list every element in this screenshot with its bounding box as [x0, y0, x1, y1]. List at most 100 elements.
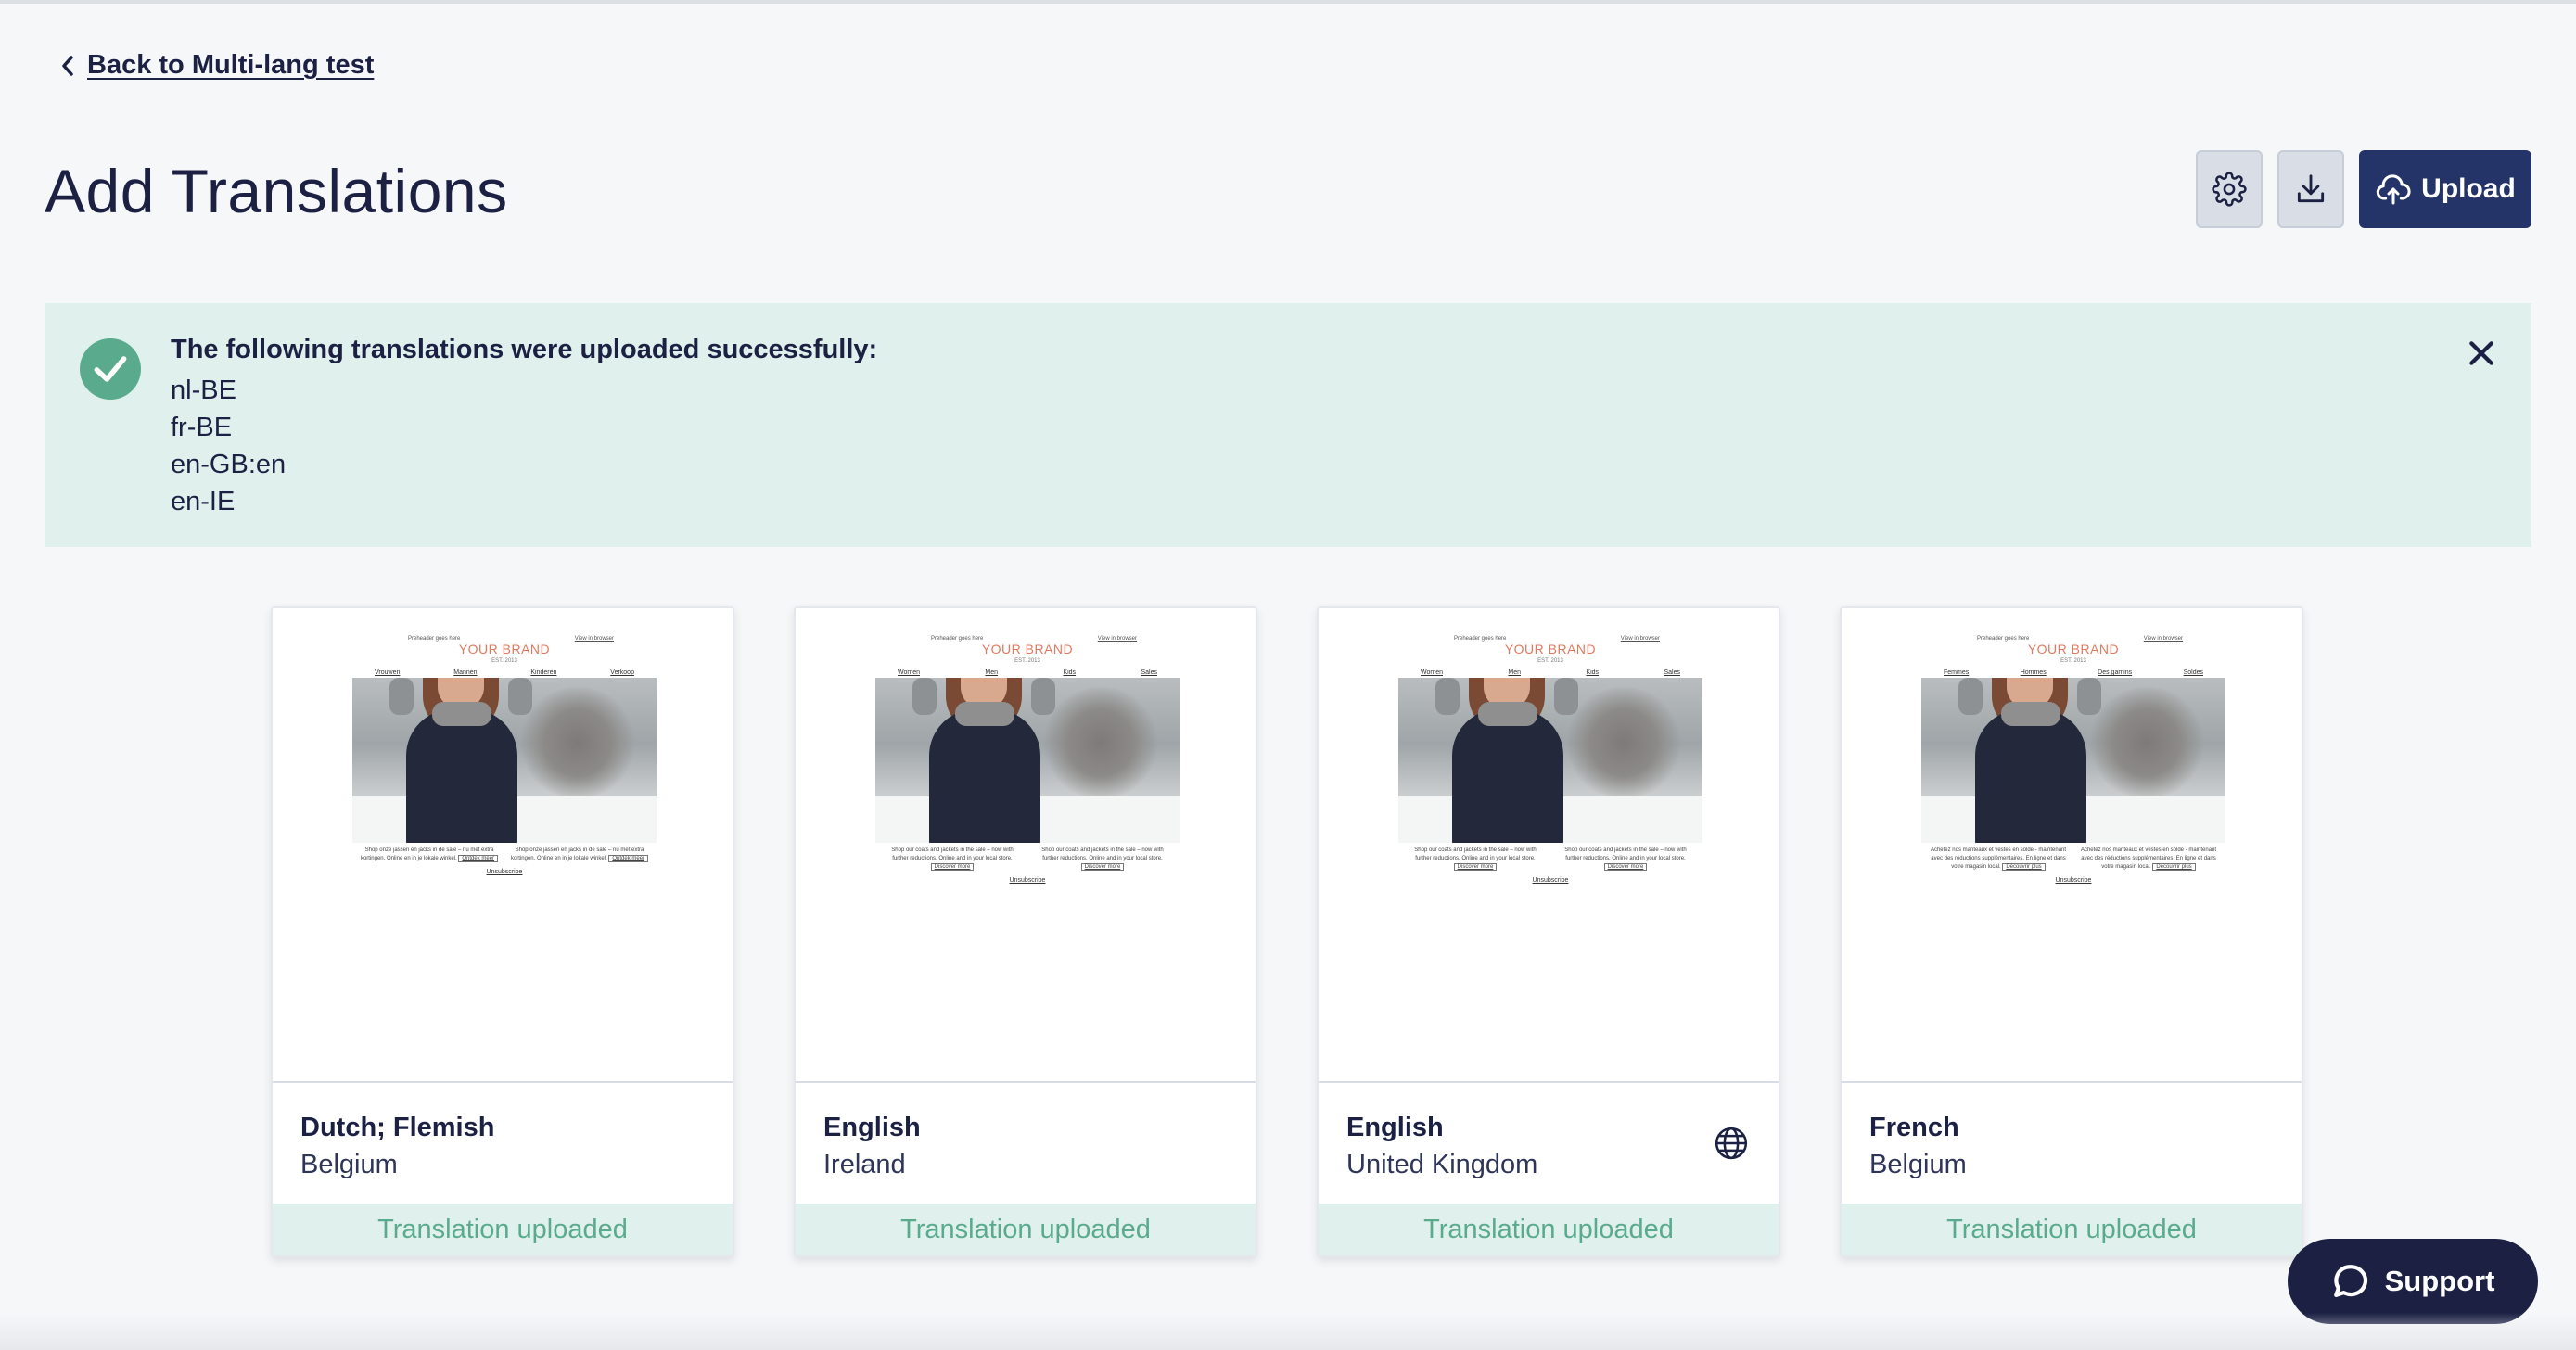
support-label: Support: [2384, 1265, 2495, 1297]
email-nav: Femmes Hommes Des gamins Soldes: [1921, 669, 2225, 676]
top-border: [0, 0, 2576, 4]
cloud-upload-icon: [2376, 174, 2411, 205]
chevron-left-icon: [62, 55, 73, 76]
card-country: Belgium: [300, 1150, 398, 1179]
email-cta: Discover more: [1603, 863, 1648, 871]
download-icon: [2297, 174, 2325, 203]
email-view-in-browser: View in browser: [2143, 636, 2183, 642]
email-nav-item: Kids: [1063, 669, 1077, 676]
email-cta: Discover more: [930, 863, 975, 871]
alert-locale-item: en-GB:en: [171, 450, 287, 479]
email-preview[interactable]: Preheader goes here View in browser YOUR…: [1842, 608, 2302, 1083]
alert-locale-list: nl-BE fr-BE en-GB:en en-IE: [171, 372, 286, 520]
email-column: Achetez nos manteaux et vestes en solde …: [1929, 847, 2068, 872]
email-column: Shop our coats and jackets in the sale –…: [1556, 847, 1695, 872]
support-button[interactable]: Support: [2288, 1239, 2538, 1324]
close-icon[interactable]: [2467, 338, 2496, 368]
alert-title: The following translations were uploaded…: [171, 335, 878, 364]
email-brand: YOUR BRAND: [981, 642, 1074, 656]
email-brand: YOUR BRAND: [1504, 642, 1597, 656]
translation-card[interactable]: Preheader goes here View in browser YOUR…: [1317, 606, 1780, 1257]
email-cta: Discover more: [1453, 863, 1498, 871]
email-preheader: Preheader goes here: [931, 636, 984, 642]
translation-card[interactable]: Preheader goes here View in browser YOUR…: [794, 606, 1257, 1257]
alert-locale-item: nl-BE: [171, 376, 236, 405]
email-hero-photo: [875, 678, 1180, 843]
email-column-text: Shop our coats and jackets in the sale –…: [1414, 847, 1537, 861]
email-nav-item: Verkoop: [610, 669, 634, 676]
email-thumbnail: Preheader goes here View in browser YOUR…: [352, 636, 657, 875]
card-status-badge: Translation uploaded: [796, 1204, 1256, 1255]
email-brand: YOUR BRAND: [2027, 642, 2120, 656]
email-cta: Découvrir plus: [2002, 863, 2046, 871]
email-preheader: Preheader goes here: [1977, 636, 2030, 642]
email-column: Shop our coats and jackets in the sale –…: [1406, 847, 1545, 872]
email-view-in-browser: View in browser: [1620, 636, 1660, 642]
email-preheader: Preheader goes here: [1454, 636, 1507, 642]
translation-card[interactable]: Preheader goes here View in browser YOUR…: [1840, 606, 2303, 1257]
email-nav-item: Kids: [1586, 669, 1600, 676]
email-column-text: Shop our coats and jackets in the sale –…: [1564, 847, 1687, 861]
success-alert: The following translations were uploaded…: [45, 303, 2531, 547]
email-column: Shop our coats and jackets in the sale –…: [1033, 847, 1172, 872]
email-est: EST. 2013: [491, 658, 517, 664]
email-thumbnail: Preheader goes here View in browser YOUR…: [875, 636, 1180, 884]
back-link-label[interactable]: Back to Multi-lang test: [87, 50, 374, 81]
email-nav: Women Men Kids Sales: [1398, 669, 1702, 676]
email-column-text: Achetez nos manteaux et vestes en solde …: [1930, 847, 2067, 870]
email-nav-item: Sales: [1141, 669, 1157, 676]
email-nav-item: Des gamins: [2098, 669, 2133, 676]
card-language: English: [823, 1113, 921, 1142]
card-status-badge: Translation uploaded: [1842, 1204, 2302, 1255]
card-status-badge: Translation uploaded: [273, 1204, 733, 1255]
globe-icon[interactable]: [1714, 1126, 1749, 1161]
email-nav-item: Men: [1508, 669, 1522, 676]
email-nav-item: Mannen: [453, 669, 478, 676]
settings-button[interactable]: [2196, 150, 2263, 228]
email-column: Shop onze jassen en jacks in de sale – n…: [510, 847, 649, 863]
card-info: French Belgium: [1842, 1085, 2302, 1205]
email-est: EST. 2013: [1537, 658, 1563, 664]
alert-locale-item: fr-BE: [171, 413, 233, 442]
email-column-text: Shop our coats and jackets in the sale –…: [1041, 847, 1164, 861]
back-link[interactable]: Back to Multi-lang test: [59, 50, 374, 81]
email-unsubscribe: Unsubscribe: [486, 869, 523, 875]
email-unsubscribe: Unsubscribe: [1532, 877, 1569, 884]
success-check-icon: [80, 338, 141, 400]
upload-label: Upload: [2421, 173, 2516, 204]
email-view-in-browser: View in browser: [1097, 636, 1137, 642]
email-nav-item: Vrouwen: [375, 669, 401, 676]
email-preview[interactable]: Preheader goes here View in browser YOUR…: [273, 608, 733, 1083]
card-status-badge: Translation uploaded: [1319, 1204, 1779, 1255]
download-button[interactable]: [2277, 150, 2344, 228]
email-cta: Ontdek meer: [458, 855, 499, 862]
email-nav-item: Hommes: [2020, 669, 2047, 676]
email-nav-item: Women: [1421, 669, 1443, 676]
email-nav-item: Sales: [1664, 669, 1680, 676]
email-preview[interactable]: Preheader goes here View in browser YOUR…: [796, 608, 1256, 1083]
card-language: Dutch; Flemish: [300, 1113, 495, 1142]
email-column: Shop onze jassen en jacks in de sale – n…: [360, 847, 499, 863]
email-nav: Women Men Kids Sales: [875, 669, 1180, 676]
email-hero-photo: [352, 678, 657, 843]
email-thumbnail: Preheader goes here View in browser YOUR…: [1398, 636, 1702, 884]
card-language: French: [1869, 1113, 1959, 1142]
email-est: EST. 2013: [2060, 658, 2086, 664]
email-column-text: Achetez nos manteaux et vestes en solde …: [2080, 847, 2217, 870]
email-cta: Découvrir plus: [2152, 863, 2196, 871]
translation-card[interactable]: Preheader goes here View in browser YOUR…: [271, 606, 734, 1257]
email-thumbnail: Preheader goes here View in browser YOUR…: [1921, 636, 2225, 884]
card-info: English Ireland: [796, 1085, 1256, 1205]
email-hero-photo: [1398, 678, 1702, 843]
email-nav-item: Men: [985, 669, 999, 676]
bottom-shade: [0, 1313, 2576, 1350]
email-cta: Ontdek meer: [608, 855, 649, 862]
card-country: United Kingdom: [1346, 1150, 1538, 1179]
email-preview[interactable]: Preheader goes here View in browser YOUR…: [1319, 608, 1779, 1083]
card-info: English United Kingdom: [1319, 1085, 1779, 1205]
page-title: Add Translations: [45, 157, 508, 225]
email-column-text: Shop our coats and jackets in the sale –…: [891, 847, 1014, 861]
email-nav: Vrouwen Mannen Kinderen Verkoop: [352, 669, 657, 676]
upload-button[interactable]: Upload: [2359, 150, 2531, 228]
card-country: Belgium: [1869, 1150, 1967, 1179]
